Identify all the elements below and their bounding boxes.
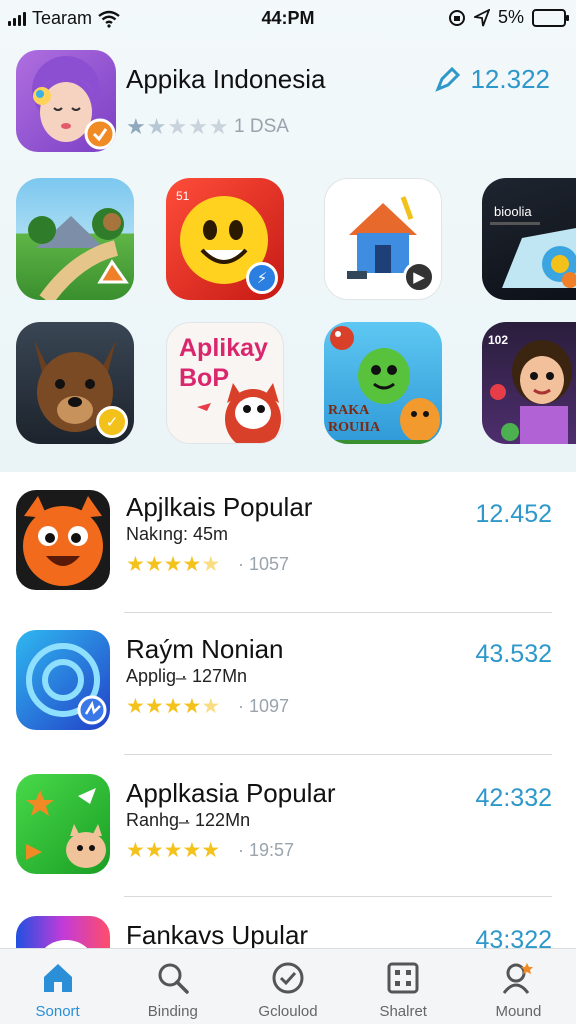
list-item-rating-stars: ★★★★★ [126,839,221,862]
tab-label: Binding [147,1003,198,1020]
list-item-rating-stars: ★★★★★ [126,695,221,718]
smiley-app-label: 51 [176,189,190,203]
featured-app-icon[interactable] [16,50,116,152]
pencil-icon [435,66,461,92]
smiley-app-icon[interactable]: 51 ⚡ [166,178,284,300]
list-item-subtitle: Nakıng: 45m [126,524,229,544]
battery-percent: 5% [497,7,524,27]
list-item[interactable]: Raým Nonian Applig ̶· 127Mn ★★★★★ · 1097… [0,614,576,756]
featured-rating-stars: ★★★★★ [126,114,230,139]
tab-label: Mound [495,1003,542,1020]
list-item-price[interactable]: 43.532 [476,640,552,669]
home-icon [43,964,72,992]
list-divider [124,896,552,897]
battery-icon [532,8,569,27]
list-item-subtitle: Applig ̶· 127Mn [126,666,248,686]
tab-label: Shalret [379,1003,427,1020]
list-item-price[interactable]: 42:332 [476,784,552,813]
play-badge-icon: ▶ [403,261,435,293]
search-icon [158,963,189,994]
list-item-rating-count: · 19:57 [238,840,295,860]
kid-app-label: 102 [488,333,508,347]
tab-sonort[interactable]: Sonort [0,949,115,1024]
grid-icon [387,962,419,994]
list-divider [124,754,552,755]
list-item-price[interactable]: 12.452 [476,500,552,529]
featured-rating-count: 1 DSA [234,116,289,137]
tab-shalret[interactable]: Shalret [346,949,461,1024]
raka-rouiia-app-label: RAKA ROUIIA [328,403,381,435]
orientation-lock-icon [448,9,465,26]
list-item-rating-stars: ★★★★★ [126,553,221,576]
kid-app-icon[interactable]: 102 [482,322,576,444]
status-bar: Tearam 44:PM 5% [0,0,576,38]
tech-app-label: bioolia [494,204,532,219]
list-item-title: Fankavs Upular [126,920,309,950]
raka-rouiia-app-icon[interactable]: RAKA ROUIIA [324,322,442,444]
check-badge-icon: ✓ [96,406,128,438]
status-right: 5% [448,7,569,28]
messenger-badge-icon: ⚡ [246,262,278,294]
list-item[interactable]: Apjlkais Popular Nakıng: 45m ★★★★★ · 105… [0,472,576,614]
tab-label: Gcloulod [258,1003,318,1020]
list-item-title: Apjlkais Popular [126,492,313,522]
tab-bar: Sonort Binding Gcloulod Shalret Mound [0,948,576,1024]
list-divider [124,612,552,613]
list-item-subtitle: Ranhg ̶· 122Mn [126,810,251,830]
list-item-title: Applkasia Popular [126,778,336,808]
list-item-rating-count: · 1057 [238,554,290,574]
featured-app-title: Appika Indonesia [126,64,326,94]
aplikay-bop-app-icon[interactable]: Aplikay BoP [166,322,284,444]
list-item[interactable]: Applkasia Popular Ranhg ̶· 122Mn ★★★★★ ·… [0,756,576,898]
green-pet-app-icon[interactable] [16,774,110,874]
tech-app-icon[interactable]: bioolia [482,178,576,300]
list-item-title: Raým Nonian [126,634,284,664]
tab-mound[interactable]: Mound [461,949,576,1024]
dog-app-icon[interactable]: ✓ [16,322,134,444]
featured-app[interactable]: Appika Indonesia ★★★★★ 1 DSA 12.322 [16,50,560,154]
target-app-icon[interactable] [16,630,110,730]
doghouse-app-icon[interactable]: ▶ [324,178,442,300]
landscape-game-app-icon[interactable] [16,178,134,300]
featured-price-value: 12.322 [470,64,550,94]
profile-icon [503,963,534,994]
tab-binding[interactable]: Binding [115,949,230,1024]
featured-price[interactable]: 12.322 [434,64,550,95]
tab-label: Sonort [35,1003,80,1020]
orange-monster-app-icon[interactable] [16,490,110,590]
list-item-rating-count: · 1097 [238,696,290,716]
check-circle-icon [272,962,304,994]
tab-gcloulod[interactable]: Gcloulod [230,949,345,1024]
location-icon [473,8,490,26]
